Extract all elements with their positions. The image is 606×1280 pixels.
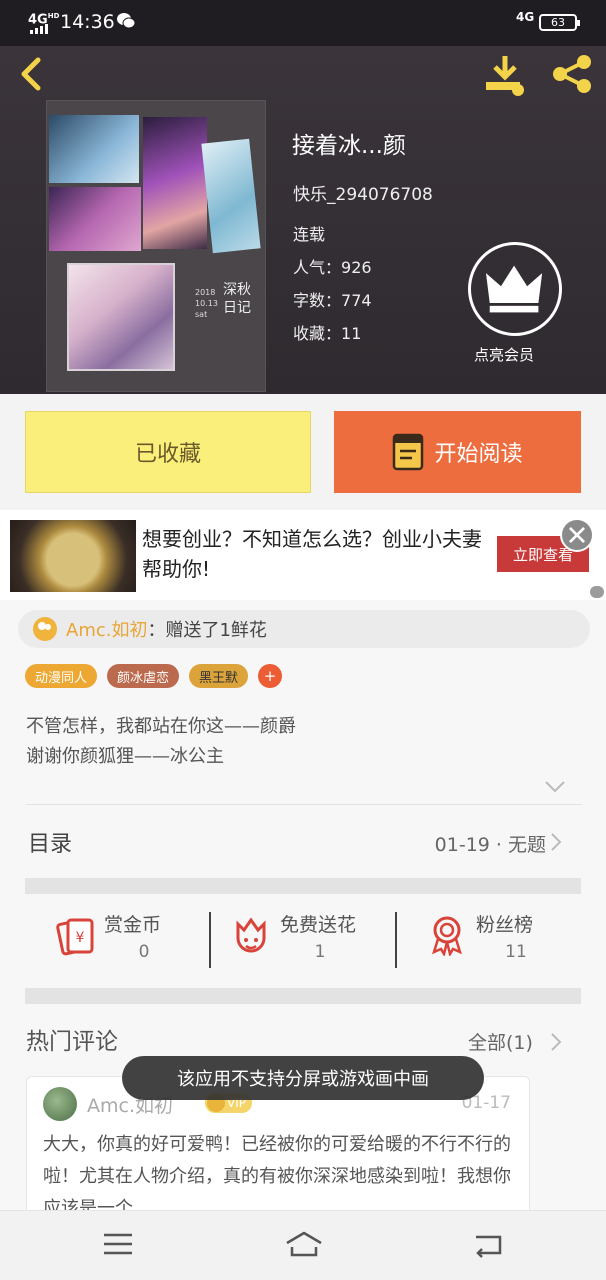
chevron-down-icon[interactable] [544, 780, 566, 794]
all-comments-link[interactable]: 全部(1) [468, 1028, 533, 1055]
book-header: 2018 10.13 sat 深秋日记 接着冰...颜 快乐_294076708… [0, 46, 606, 394]
ad-image [10, 520, 136, 592]
table-of-contents-row[interactable]: 目录 01-19 · 无题 [0, 806, 606, 872]
download-icon[interactable] [482, 52, 528, 96]
divider [26, 804, 582, 805]
gift-user[interactable]: Amc.如初 [66, 616, 147, 642]
svg-text:¥: ¥ [76, 930, 85, 946]
cover-image-tile [49, 115, 139, 183]
medal-icon [432, 916, 462, 956]
comment-body: 大大，你真的好可爱鸭！已经被你的可爱给暖的不行不行的啦！尤其在人物介绍，真的有被… [43, 1134, 511, 1216]
cover-image-tile [143, 117, 207, 249]
toc-label: 目录 [28, 832, 73, 857]
book-description: 不管怎样，我都站在你这——颜爵 谢谢你颜狐狸——冰公主 [26, 716, 296, 767]
stat-favorites: 收藏：11 [293, 324, 362, 343]
tag[interactable]: 黑王默 [189, 664, 249, 688]
favorite-label: 已收藏 [134, 442, 201, 467]
battery-icon: 63 [539, 14, 580, 31]
tag[interactable]: 动漫同人 [25, 664, 98, 688]
favorite-button[interactable]: 已收藏 [25, 411, 311, 493]
chevron-right-icon[interactable] [550, 1032, 562, 1052]
coin-envelope-icon: ¥ [56, 918, 94, 956]
reward-flowers[interactable]: 免费送花 1 [202, 910, 382, 974]
reward-bar: ¥ 赏金币 0 免费送花 1 粉丝榜 11 [0, 894, 606, 980]
book-title: 接着冰...颜 [292, 133, 406, 159]
book-details: Amc.如初 ：赠送了1鲜花 动漫同人 颜冰虐恋 黑王默 + 不管怎样，我都站在… [0, 600, 606, 1216]
divider [395, 912, 397, 968]
start-reading-button[interactable]: 开始阅读 [334, 411, 581, 493]
avatar[interactable] [43, 1087, 77, 1121]
ad-text: 想要创业？不知道怎么选？创业小夫妻帮助你! [142, 527, 482, 581]
signal-icon [30, 24, 48, 34]
home-icon[interactable] [284, 1229, 324, 1259]
author-name[interactable]: 快乐_294076708 [293, 180, 433, 205]
flower-icon [33, 617, 57, 641]
back-icon[interactable] [470, 1229, 506, 1259]
stat-word-count: 字数：774 [293, 291, 372, 310]
vip-label: 点亮会员 [474, 346, 535, 364]
book-icon [393, 433, 424, 471]
menu-icon[interactable] [100, 1229, 136, 1259]
crown-icon [485, 265, 543, 313]
stat-popularity: 人气：926 [293, 258, 372, 277]
share-icon[interactable] [548, 52, 596, 96]
section-separator [25, 878, 581, 894]
back-arrow-icon[interactable] [16, 54, 48, 94]
cover-image-tile [67, 263, 175, 371]
section-separator [25, 988, 581, 1004]
cover-image-tile [49, 187, 141, 251]
toc-latest-chapter: 01-19 · 无题 [434, 834, 546, 856]
cover-image-tile [201, 138, 261, 254]
tag[interactable]: 颜冰虐恋 [107, 664, 180, 688]
cover-title: 深秋日记 [223, 282, 251, 316]
cover-date: 2018 10.13 sat [195, 288, 218, 319]
vip-button[interactable] [468, 242, 562, 336]
wechat-icon [117, 13, 136, 29]
reward-fan-ranking[interactable]: 粉丝榜 11 [398, 910, 578, 974]
reward-coins[interactable]: ¥ 赏金币 0 [26, 910, 206, 974]
book-cover[interactable]: 2018 10.13 sat 深秋日记 [46, 100, 266, 392]
gift-text: ：赠送了1鲜花 [147, 620, 267, 641]
ad-banner[interactable]: 想要创业？不知道怎么选？创业小夫妻帮助你! 立即查看 [0, 510, 606, 600]
flower-icon [236, 917, 266, 953]
close-icon[interactable] [560, 518, 594, 552]
toast-message: 该应用不支持分屏或游戏画中画 [122, 1056, 484, 1100]
ad-mark-icon [590, 586, 604, 598]
chevron-right-icon [551, 833, 562, 851]
tag-list: 动漫同人 颜冰虐恋 黑王默 + [25, 664, 283, 688]
system-nav-bar [0, 1210, 606, 1280]
clock: 14:36 [60, 11, 115, 33]
hot-comments-title: 热门评论 [26, 1029, 118, 1055]
start-reading-label: 开始阅读 [434, 442, 523, 467]
status-bar: 4GHD 14:36 4G 63 [0, 0, 606, 46]
gift-ticker[interactable]: Amc.如初 ：赠送了1鲜花 [18, 610, 590, 648]
network-indicator-right: 4G [516, 10, 535, 24]
add-tag-button[interactable]: + [258, 664, 283, 688]
serial-status: 连载 [293, 225, 326, 244]
